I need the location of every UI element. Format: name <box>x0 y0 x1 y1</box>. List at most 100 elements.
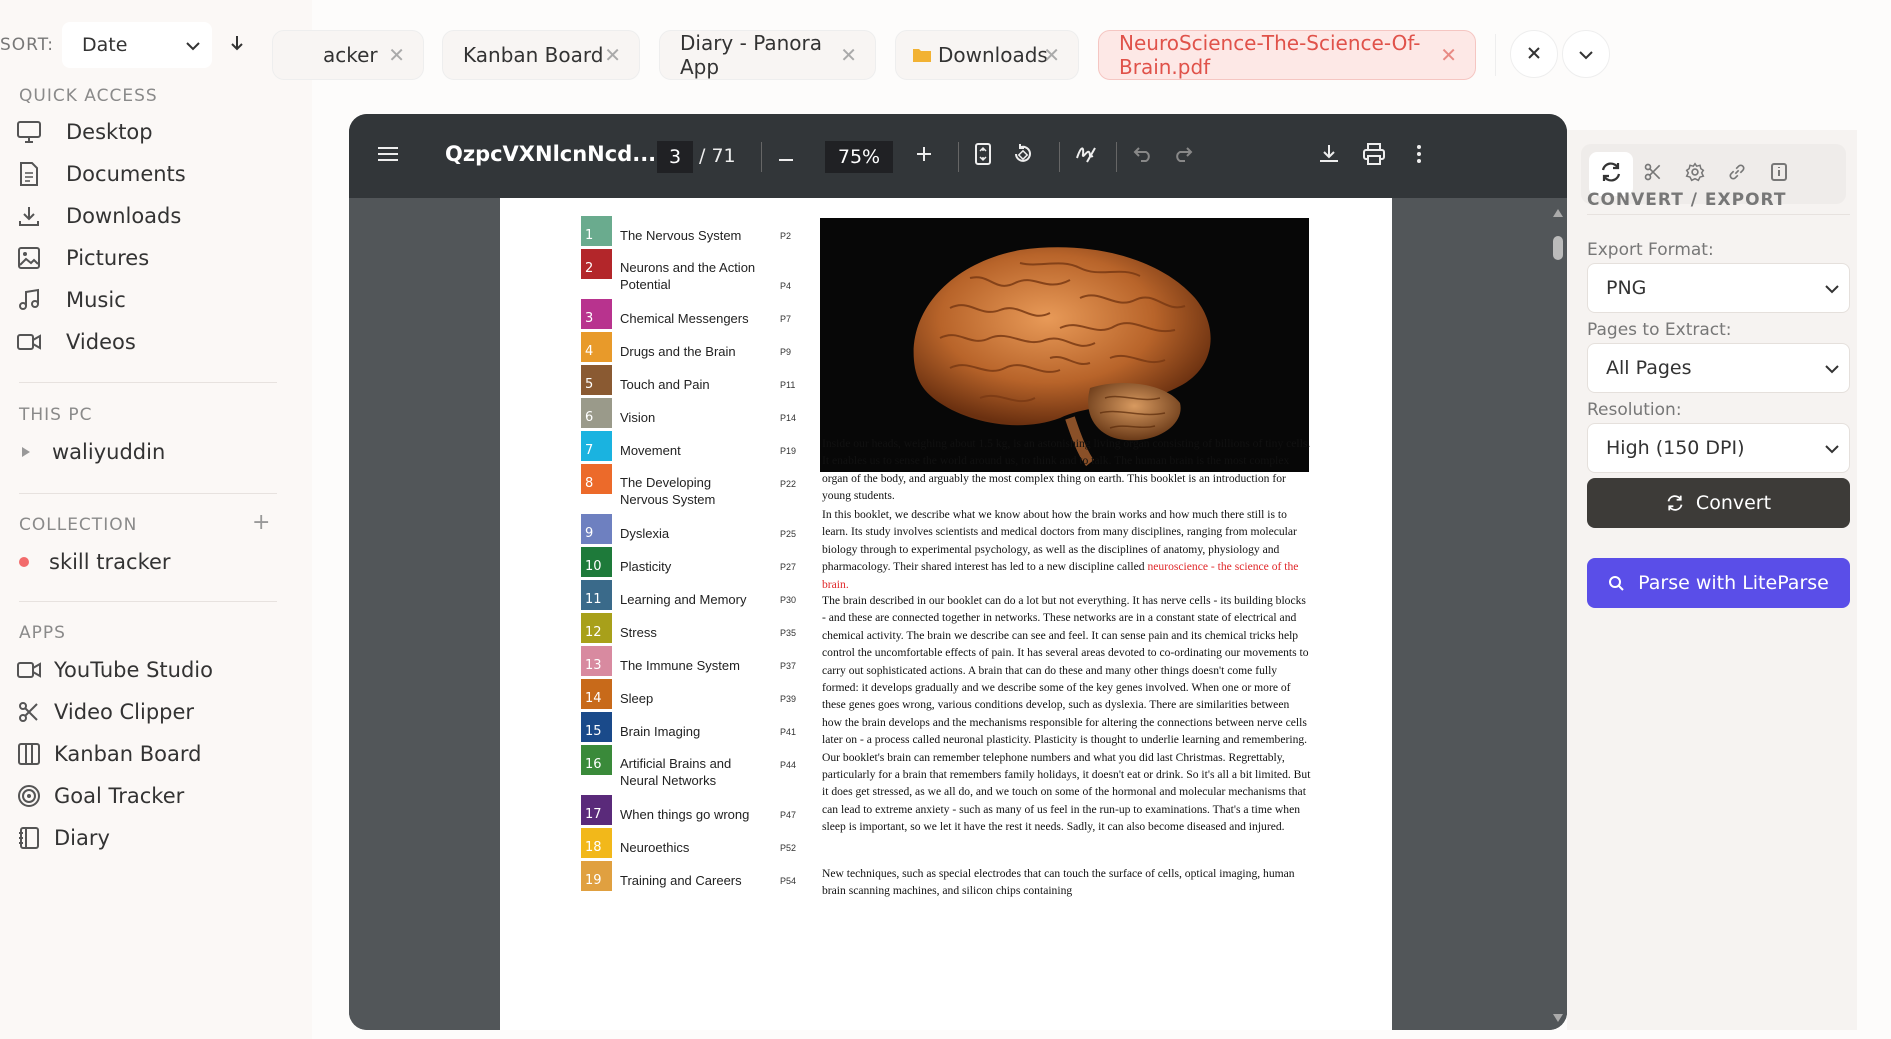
resolution-select[interactable]: High (150 DPI) <box>1587 423 1850 473</box>
redo-button[interactable] <box>1166 139 1200 173</box>
toc-title: Plasticity <box>620 559 672 574</box>
sort-direction-button[interactable] <box>218 26 256 64</box>
convert-button[interactable]: Convert <box>1587 478 1850 528</box>
tab-diary[interactable]: Diary - Panora App ✕ <box>659 30 876 80</box>
tab-skill-tracker[interactable]: acker ✕ <box>272 30 424 80</box>
more-options-button[interactable] <box>1402 139 1436 173</box>
fit-page-button[interactable] <box>966 139 1000 173</box>
scroll-up-arrow-icon[interactable] <box>1553 202 1563 221</box>
music-icon <box>14 285 44 315</box>
close-icon[interactable]: ✕ <box>604 43 621 67</box>
tab-divider <box>1495 34 1496 76</box>
toc-title: Touch and Pain <box>620 377 710 392</box>
close-icon[interactable]: ✕ <box>388 43 405 67</box>
undo-icon <box>1133 146 1153 166</box>
pdf-document-area[interactable]: 1 The Nervous System P2 2 Neurons and th… <box>349 198 1567 1030</box>
undo-button[interactable] <box>1126 139 1160 173</box>
toc-title: Vision <box>620 410 656 425</box>
convert-label: Convert <box>1695 492 1772 514</box>
download-icon <box>14 201 44 231</box>
toc-title: Brain Imaging <box>620 724 701 739</box>
quick-access-desktop[interactable]: Desktop <box>14 115 153 149</box>
refresh-icon <box>1600 161 1622 187</box>
toc-page: P30 <box>780 595 797 605</box>
app-goal-tracker[interactable]: Goal Tracker <box>14 779 184 813</box>
app-youtube-studio[interactable]: YouTube Studio <box>14 653 213 687</box>
export-format-select[interactable]: PNG <box>1587 263 1850 313</box>
quick-access-documents[interactable]: Documents <box>14 157 186 191</box>
toc-page: P37 <box>780 661 797 671</box>
toc-number: 18 <box>581 828 612 858</box>
close-icon[interactable]: ✕ <box>840 43 857 67</box>
signature-icon <box>1075 144 1097 168</box>
download-button[interactable] <box>1312 139 1346 173</box>
section-title: CONVERT / EXPORT <box>1587 190 1787 210</box>
toolbar-separator <box>761 142 762 172</box>
annotate-button[interactable] <box>1069 139 1103 173</box>
close-tab-button[interactable] <box>1510 30 1558 78</box>
app-video-clipper[interactable]: Video Clipper <box>14 695 194 729</box>
zoom-out-button[interactable] <box>769 139 803 173</box>
toc-number: 5 <box>581 365 612 395</box>
pages-select[interactable]: All Pages <box>1587 343 1850 393</box>
collection-dot-icon <box>19 557 29 567</box>
app-kanban-board[interactable]: Kanban Board <box>14 737 201 771</box>
toc-item: 19 Training and Careers P54 <box>581 861 796 891</box>
menu-button[interactable] <box>371 139 405 173</box>
toc-number: 13 <box>581 646 612 676</box>
sort-select[interactable]: Date <box>62 22 212 68</box>
video-icon <box>14 327 44 357</box>
zoom-in-button[interactable] <box>907 139 941 173</box>
toc-number: 7 <box>581 431 612 461</box>
quick-access-pictures[interactable]: Pictures <box>14 241 149 275</box>
toc-number: 3 <box>581 299 612 329</box>
pdf-scrollbar[interactable] <box>1549 198 1567 1030</box>
notebook-icon <box>14 823 44 853</box>
close-icon[interactable]: ✕ <box>1440 43 1457 67</box>
tab-neuroscience-pdf[interactable]: NeuroScience-The-Science-Of-Brain.pdf ✕ <box>1098 30 1476 80</box>
toc-page: P22 <box>780 479 797 489</box>
toc-number: 4 <box>581 332 612 362</box>
toc-title: Chemical Messengers <box>620 311 749 326</box>
rotate-button[interactable] <box>1006 139 1040 173</box>
quick-access-music[interactable]: Music <box>14 283 126 317</box>
scroll-down-arrow-icon[interactable] <box>1553 1007 1563 1026</box>
chevron-down-icon <box>1825 357 1839 379</box>
video-icon <box>14 655 44 685</box>
close-icon[interactable]: ✕ <box>1043 43 1060 67</box>
app-label: Diary <box>54 826 110 850</box>
nav-label: Videos <box>66 330 136 354</box>
toc-item: 4 Drugs and the Brain P9 <box>581 332 791 362</box>
toc-title: Sleep <box>620 691 654 706</box>
parse-button[interactable]: Parse with LiteParse <box>1587 558 1850 608</box>
export-format-label: Export Format: <box>1587 240 1714 260</box>
toc-item: 9 Dyslexia P25 <box>581 514 796 544</box>
collection-item-skill-tracker[interactable]: skill tracker <box>14 545 171 579</box>
folder-icon <box>912 47 932 63</box>
scroll-thumb[interactable] <box>1553 236 1563 260</box>
tab-downloads[interactable]: Downloads ✕ <box>895 30 1079 80</box>
toc-title: Stress <box>620 625 657 640</box>
quick-access-videos[interactable]: Videos <box>14 325 136 359</box>
this-pc-user[interactable]: waliyuddin <box>14 435 165 469</box>
tab-kanban-board[interactable]: Kanban Board ✕ <box>442 30 640 80</box>
toc-item: 2 Neurons and the Action Potential P4 <box>581 249 791 292</box>
app-label: Video Clipper <box>54 700 195 724</box>
fit-page-icon <box>975 143 991 169</box>
print-button[interactable] <box>1357 139 1391 173</box>
toc-title: Neurons and the Action Potential <box>620 260 756 292</box>
page-number-input[interactable]: 3 <box>657 141 693 173</box>
toc-number: 6 <box>581 398 612 428</box>
quick-access-downloads[interactable]: Downloads <box>14 199 181 233</box>
body-paragraph: In this booklet, we describe what we kno… <box>822 506 1312 593</box>
app-diary[interactable]: Diary <box>14 821 110 855</box>
close-icon <box>1527 45 1541 64</box>
target-icon <box>14 781 44 811</box>
divider <box>19 382 277 383</box>
zoom-input[interactable]: 75% <box>825 141 893 173</box>
divider <box>19 493 277 494</box>
tab-list-button[interactable] <box>1562 30 1610 78</box>
toc-title: Learning and Memory <box>620 592 747 607</box>
add-collection-button[interactable]: + <box>252 510 270 535</box>
divider <box>1587 214 1850 215</box>
